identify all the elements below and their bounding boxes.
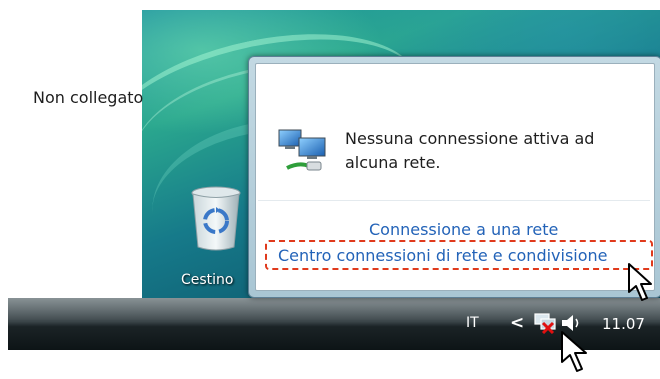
connect-to-network-link[interactable]: Connessione a una rete xyxy=(369,220,558,239)
network-disconnected-icon[interactable] xyxy=(532,312,558,334)
show-hidden-icons-button[interactable]: < xyxy=(510,313,524,333)
network-sharing-center-link[interactable]: Centro connessioni di rete e condivision… xyxy=(278,246,608,265)
connection-status-title: Non collegato xyxy=(33,88,144,107)
language-indicator[interactable]: IT xyxy=(466,315,479,331)
taskbar-clock[interactable]: 11.07 xyxy=(602,315,645,333)
popup-divider xyxy=(258,200,650,201)
recycle-bin-label[interactable]: Cestino xyxy=(181,272,234,288)
recycle-bin-icon[interactable] xyxy=(190,185,242,253)
arrow-cursor-icon xyxy=(561,331,587,372)
network-computers-icon xyxy=(278,129,326,171)
no-connection-message: Nessuna connessione attiva ad alcuna ret… xyxy=(345,129,595,172)
arrow-cursor-icon xyxy=(628,263,652,301)
